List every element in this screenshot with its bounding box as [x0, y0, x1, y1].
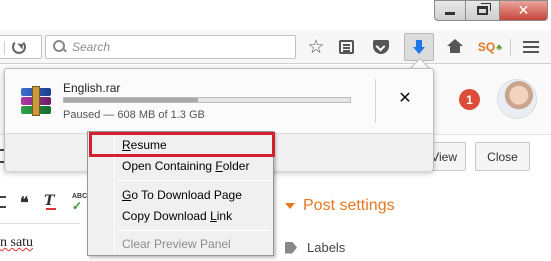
- editor-body-text[interactable]: n satu: [0, 235, 33, 251]
- maximize-button[interactable]: [466, 0, 500, 21]
- download-status: Paused — 608 MB of 1.3 GB: [63, 109, 205, 121]
- window-controls: ✕: [434, 0, 548, 21]
- download-item[interactable]: English.rar Paused — 608 MB of 1.3 GB ✕: [5, 69, 433, 133]
- tag-icon: [285, 241, 297, 254]
- home-icon[interactable]: [444, 36, 466, 58]
- download-progress-bar: [63, 97, 351, 103]
- window-titlebar: ✕: [0, 0, 551, 30]
- close-button[interactable]: Close: [475, 142, 530, 171]
- menu-item-label: Go To Download Page: [122, 188, 242, 202]
- download-arrow-icon: [413, 40, 425, 54]
- post-settings-label: Post settings: [303, 197, 395, 214]
- menu-separator: [117, 180, 271, 181]
- caret-down-icon: [285, 203, 295, 209]
- avatar[interactable]: [497, 79, 537, 119]
- minimize-button[interactable]: [434, 0, 466, 21]
- addon-button[interactable]: SQ ♣: [477, 36, 503, 58]
- menu-separator: [117, 230, 271, 231]
- menu-item-copy-download-link[interactable]: Copy Download Link: [122, 206, 232, 226]
- spellcheck-icon[interactable]: ABC ✓: [72, 193, 87, 212]
- post-settings-header[interactable]: Post settings: [285, 197, 395, 215]
- minimize-icon: [445, 12, 455, 15]
- highlight-annotation: [89, 132, 275, 157]
- labels-setting[interactable]: Labels: [285, 240, 345, 255]
- menu-item-go-to-download-page[interactable]: Go To Download Page: [122, 185, 242, 205]
- reading-list-icon[interactable]: [335, 36, 357, 58]
- url-separator: [4, 41, 5, 55]
- close-window-button[interactable]: ✕: [500, 0, 548, 21]
- search-icon: [52, 39, 68, 55]
- url-bar[interactable]: [0, 35, 42, 59]
- download-item-separator: [375, 79, 376, 123]
- menu-item-clear-preview-panel[interactable]: Clear Preview Panel: [122, 234, 231, 254]
- menu-item-label: Clear Preview Panel: [122, 237, 231, 251]
- clear-formatting-icon[interactable]: T: [44, 193, 57, 210]
- menu-item-open-containing-folder[interactable]: Open Containing Folder: [122, 156, 249, 176]
- align-icon[interactable]: [0, 196, 6, 208]
- hamburger-menu-icon[interactable]: [520, 36, 542, 58]
- addon-label: SQ: [477, 40, 496, 54]
- download-progress-fill: [64, 98, 199, 102]
- downloads-button[interactable]: [404, 33, 434, 61]
- reload-icon[interactable]: [12, 40, 26, 54]
- toolbar-divider: [510, 39, 511, 56]
- search-placeholder: Search: [72, 40, 111, 54]
- restore-icon: [477, 3, 491, 15]
- pocket-icon[interactable]: [370, 36, 392, 58]
- menu-item-label: Open Containing Folder: [122, 159, 250, 173]
- download-filename: English.rar: [63, 81, 121, 95]
- winrar-archive-icon: [19, 86, 53, 116]
- search-input[interactable]: Search: [45, 35, 296, 59]
- leaf-icon: ♣: [496, 42, 503, 52]
- quote-icon[interactable]: ❝: [20, 193, 29, 212]
- notification-badge[interactable]: 1: [459, 89, 480, 110]
- close-icon[interactable]: ✕: [397, 88, 413, 107]
- labels-label: Labels: [307, 240, 346, 255]
- check-icon: ✓: [72, 199, 83, 213]
- star-icon[interactable]: ☆: [305, 36, 327, 58]
- menu-item-label: Copy Download Link: [122, 209, 233, 223]
- close-window-icon: ✕: [517, 2, 530, 19]
- nav-toolbar: Search ☆ SQ ♣: [0, 30, 551, 64]
